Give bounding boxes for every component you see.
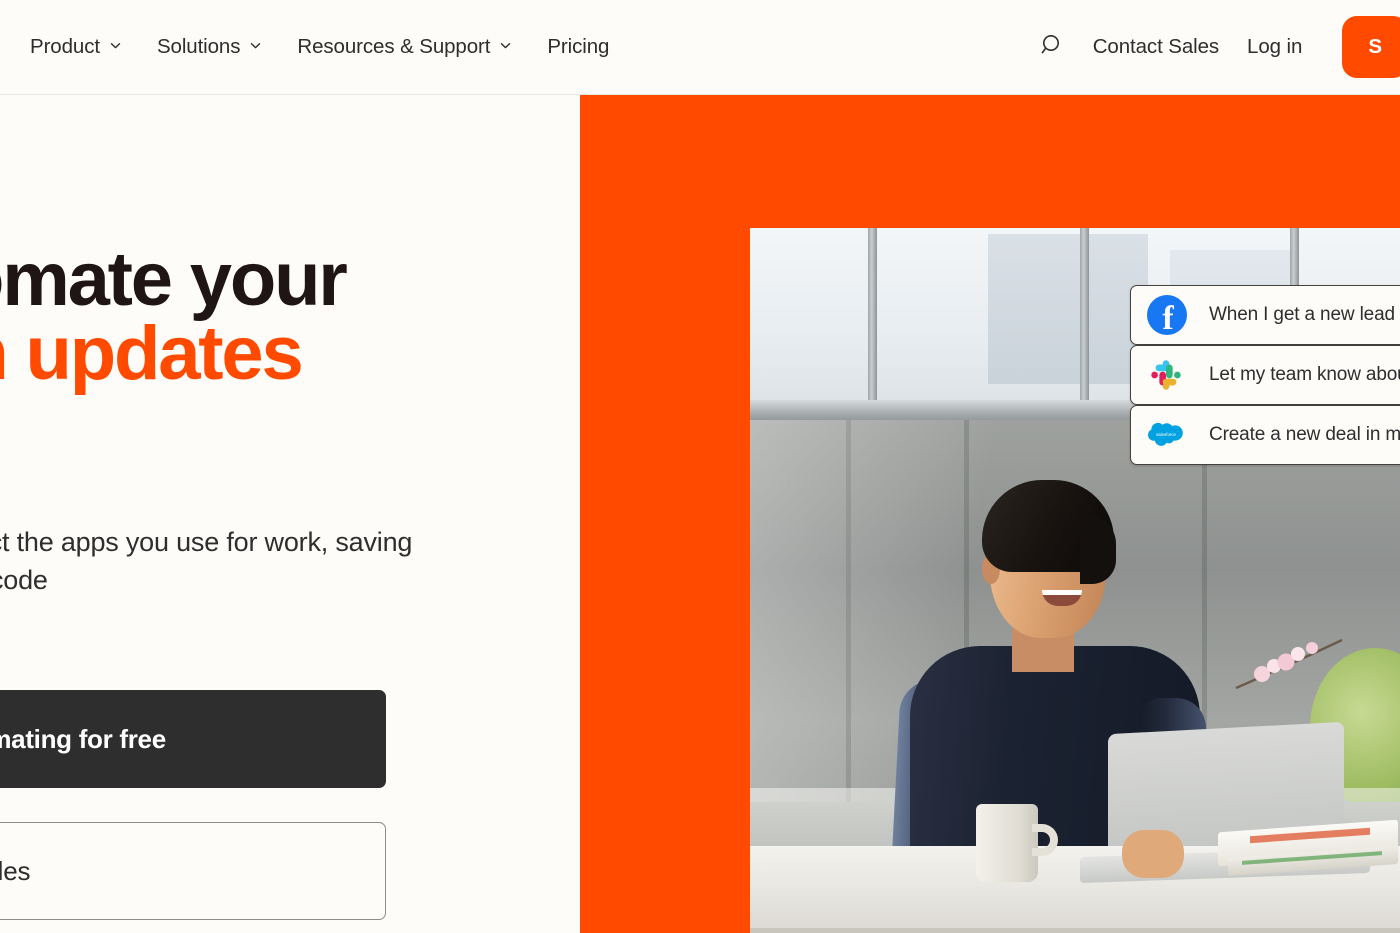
- primary-navigation: Product Solutions Resources & Support Pr…: [30, 0, 609, 94]
- photo-building: [988, 234, 1148, 384]
- photo-window-mullion: [868, 228, 877, 410]
- facebook-icon: f: [1147, 295, 1187, 336]
- site-header: Product Solutions Resources & Support Pr…: [0, 0, 1400, 95]
- workflow-card-label: When I get a new lead: [1209, 304, 1395, 325]
- log-in-link[interactable]: Log in: [1233, 35, 1316, 59]
- hero-right-panel: f When I get a new lead Let my team know…: [580, 95, 1400, 933]
- nav-item-solutions[interactable]: Solutions: [157, 35, 262, 59]
- contact-sales-button[interactable]: Contact Sales: [0, 822, 386, 920]
- page-title: Automate your team updates: [0, 242, 580, 397]
- search-icon: [1035, 31, 1063, 64]
- headline-line-1: Automate your: [0, 237, 348, 322]
- photo-window-mullion: [1080, 228, 1089, 410]
- start-automating-button[interactable]: Start automating for free: [0, 690, 386, 788]
- chevron-down-icon: [109, 39, 122, 52]
- nav-item-resources-support[interactable]: Resources & Support: [297, 35, 512, 59]
- chevron-down-icon: [499, 39, 512, 52]
- svg-text:salesforce: salesforce: [1156, 432, 1177, 437]
- photo-person-hand: [1122, 830, 1184, 878]
- search-button[interactable]: [1027, 25, 1071, 69]
- nav-item-label: Pricing: [547, 35, 610, 58]
- slack-icon: [1147, 355, 1187, 395]
- page-root: Product Solutions Resources & Support Pr…: [0, 0, 1400, 933]
- nav-item-pricing[interactable]: Pricing: [547, 35, 609, 59]
- photo-desk-edge: [750, 928, 1400, 933]
- photo-blossom-branch: [1235, 638, 1343, 690]
- workflow-card-slack[interactable]: Let my team know about it: [1130, 345, 1400, 405]
- workflow-card-label: Create a new deal in my CRM: [1209, 424, 1400, 445]
- header-actions: Contact Sales Log in S: [1027, 0, 1400, 94]
- photo-mug: [976, 804, 1038, 882]
- workflow-card-stack: f When I get a new lead Let my team know…: [1130, 285, 1400, 465]
- contact-sales-link[interactable]: Contact Sales: [1079, 35, 1233, 59]
- chevron-down-icon: [249, 39, 262, 52]
- nav-item-label: Product: [30, 35, 100, 58]
- nav-item-product[interactable]: Product: [30, 35, 122, 59]
- workflow-card-salesforce[interactable]: salesforce Create a new deal in my CRM: [1130, 405, 1400, 465]
- hero-subheading: Easily connect the apps you use for work…: [0, 527, 413, 596]
- sign-up-button[interactable]: S: [1342, 16, 1400, 78]
- workflow-card-facebook[interactable]: f When I get a new lead: [1130, 285, 1400, 345]
- nav-item-label: Solutions: [156, 35, 241, 58]
- salesforce-icon: salesforce: [1147, 415, 1187, 455]
- workflow-card-label: Let my team know about it: [1209, 364, 1400, 385]
- nav-item-label: Resources & Support: [297, 35, 491, 58]
- hero-left-column: Automate your team updates Easily connec…: [0, 95, 580, 933]
- headline-line-2: team updates: [0, 311, 304, 397]
